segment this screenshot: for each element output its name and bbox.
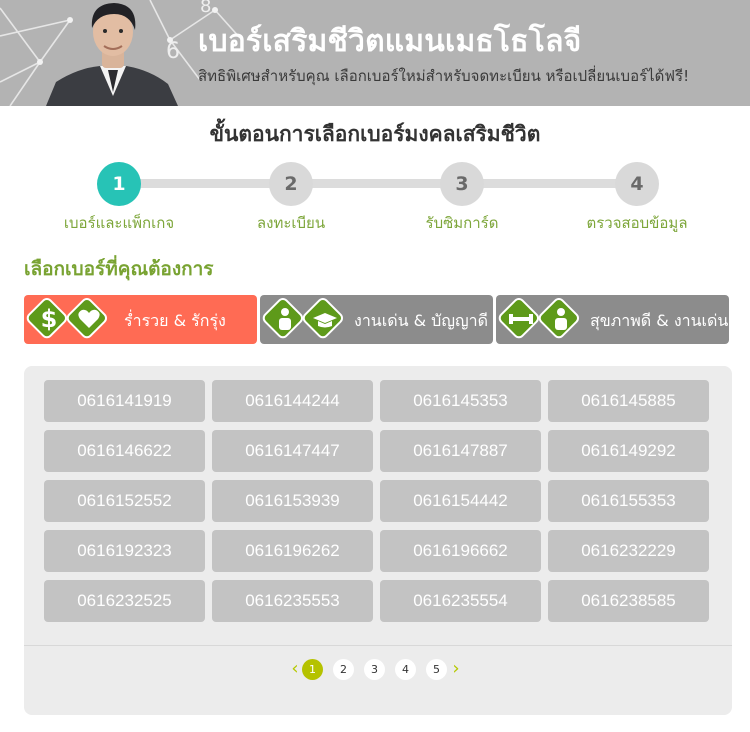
banner-title: เบอร์เสริมชีวิตแมนเมธโธโลจี xyxy=(198,24,582,59)
category-tab-work-wisdom[interactable]: งานเด่น & บัญญาดี xyxy=(260,295,493,344)
step-1-circle: 1 xyxy=(97,162,141,206)
page-2-button[interactable]: 2 xyxy=(333,659,354,680)
phone-number-option[interactable]: 0616232525 xyxy=(44,580,205,622)
dollar-icon: $ xyxy=(26,297,68,339)
step-1-label: เบอร์และแพ็กเกจ xyxy=(63,214,175,232)
svg-text:$: $ xyxy=(41,305,58,333)
person-tie-icon xyxy=(262,297,304,339)
next-page-icon[interactable]: › xyxy=(449,658,463,682)
category-tab-health-work[interactable]: สุขภาพดี & งานเด่น xyxy=(496,295,729,344)
phone-number-option[interactable]: 0616235554 xyxy=(380,580,541,622)
step-3-label: รับซิมการ์ด xyxy=(425,214,499,232)
category-icons xyxy=(262,297,344,339)
category-tab-work-wisdom-label: งานเด่น & บัญญาดี xyxy=(354,311,488,330)
step-2-label: ลงทะเบียน xyxy=(256,214,326,232)
step-4-circle: 4 xyxy=(615,162,659,206)
banner-subtitle: สิทธิพิเศษสำหรับคุณ เลือกเบอร์ใหม่สำหรับ… xyxy=(198,67,690,85)
step-4-label: ตรวจสอบข้อมูล xyxy=(586,214,688,232)
phone-number-option[interactable]: 0616144244 xyxy=(212,380,373,422)
steps-progress-line xyxy=(118,179,638,188)
person-tie-icon xyxy=(538,297,580,339)
phone-number-option[interactable]: 0616235553 xyxy=(212,580,373,622)
phone-number-option[interactable]: 0616145885 xyxy=(548,380,709,422)
phone-number-option[interactable]: 0616152552 xyxy=(44,480,205,522)
phone-number-option[interactable]: 0616155353 xyxy=(548,480,709,522)
graduation-cap-icon xyxy=(302,297,344,339)
svg-text:8: 8 xyxy=(200,0,211,17)
promo-banner: 6 8 เบอร์เสริมชีวิตแมนเมธโธโลจี สิทธิพิเ… xyxy=(0,0,750,106)
category-tab-wealth-love-label: ร่ำรวย & รักรุ่ง xyxy=(124,311,226,330)
phone-number-option[interactable]: 0616149292 xyxy=(548,430,709,472)
category-tab-health-work-label: สุขภาพดี & งานเด่น xyxy=(590,311,729,330)
grid-divider xyxy=(24,645,732,646)
section-title: เลือกเบอร์ที่คุณต้องการ xyxy=(24,258,214,280)
phone-number-option[interactable]: 0616154442 xyxy=(380,480,541,522)
step-2: 2 ลงทะเบียน xyxy=(226,162,356,235)
phone-number-option[interactable]: 0616196662 xyxy=(380,530,541,572)
phone-number-option[interactable]: 0616192323 xyxy=(44,530,205,572)
category-icons xyxy=(498,297,580,339)
presenter-photo xyxy=(46,3,178,106)
step-1: 1 เบอร์และแพ็กเกจ xyxy=(54,162,184,235)
step-4: 4 ตรวจสอบข้อมูล xyxy=(572,162,702,235)
heart-hands-icon xyxy=(66,297,108,339)
step-3-circle: 3 xyxy=(440,162,484,206)
prev-page-icon[interactable]: ‹ xyxy=(288,658,302,682)
category-icons: $ xyxy=(26,297,108,339)
phone-number-option[interactable]: 0616147447 xyxy=(212,430,373,472)
dumbbell-icon xyxy=(498,297,540,339)
step-3: 3 รับซิมการ์ด xyxy=(397,162,527,235)
page-1-button[interactable]: 1 xyxy=(302,659,323,680)
phone-number-option[interactable]: 0616232229 xyxy=(548,530,709,572)
phone-number-option[interactable]: 0616146622 xyxy=(44,430,205,472)
steps-title: ขั้นตอนการเลือกเบอร์มงคลเสริมชีวิต xyxy=(209,122,541,146)
phone-number-option[interactable]: 0616145353 xyxy=(380,380,541,422)
page-4-button[interactable]: 4 xyxy=(395,659,416,680)
page-3-button[interactable]: 3 xyxy=(364,659,385,680)
step-2-circle: 2 xyxy=(269,162,313,206)
pagination: ‹ 1 2 3 4 5 › xyxy=(288,658,468,682)
category-tab-wealth-love[interactable]: $ ร่ำรวย & รักรุ่ง xyxy=(24,295,257,344)
phone-number-option[interactable]: 0616141919 xyxy=(44,380,205,422)
page-5-button[interactable]: 5 xyxy=(426,659,447,680)
phone-number-option[interactable]: 0616196262 xyxy=(212,530,373,572)
phone-number-option[interactable]: 0616238585 xyxy=(548,580,709,622)
phone-number-option[interactable]: 0616153939 xyxy=(212,480,373,522)
phone-number-option[interactable]: 0616147887 xyxy=(380,430,541,472)
